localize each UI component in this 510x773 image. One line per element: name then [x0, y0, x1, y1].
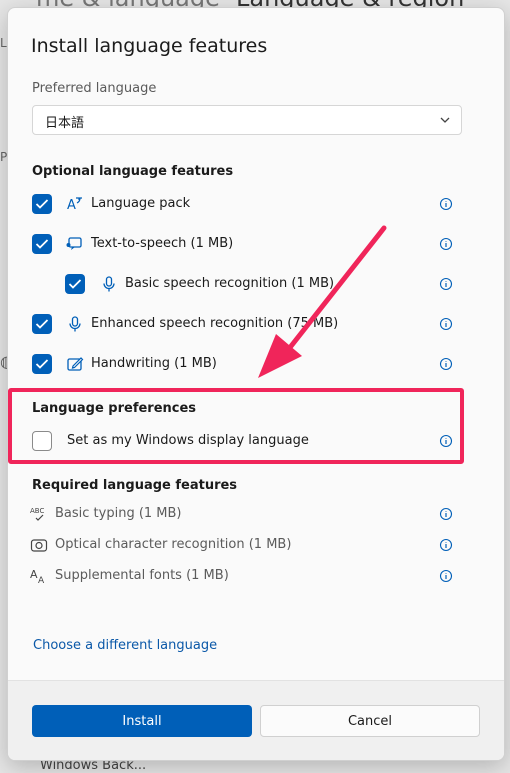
dialog-footer: Install Cancel: [8, 680, 504, 760]
dialog-title: Install language features: [31, 35, 268, 57]
basic-speech-recognition-checkbox[interactable]: [65, 274, 85, 294]
info-icon[interactable]: [439, 357, 453, 371]
language-pack-icon: A: [67, 197, 82, 213]
info-icon[interactable]: [439, 197, 453, 211]
text-to-speech-icon: [66, 237, 82, 250]
basic-typing-icon: ABC: [30, 507, 44, 521]
preferred-language-label: Preferred language: [32, 81, 157, 96]
preferred-language-dropdown[interactable]: 日本語: [32, 105, 462, 135]
info-icon[interactable]: [439, 317, 453, 331]
svg-text:A: A: [30, 568, 38, 581]
svg-text:ABC: ABC: [30, 507, 44, 515]
enhanced-speech-recognition-checkbox[interactable]: [32, 314, 52, 334]
language-pack-label: Language pack: [91, 196, 191, 211]
feature-handwriting: Handwriting (1 MB): [8, 352, 504, 376]
cancel-button[interactable]: Cancel: [260, 705, 480, 737]
required-features-heading: Required language features: [32, 478, 238, 493]
supplemental-fonts-label: Supplemental fonts (1 MB): [55, 568, 229, 583]
optional-features-heading: Optional language features: [32, 164, 234, 179]
handwriting-icon: [67, 357, 84, 371]
choose-different-language-link[interactable]: Choose a different language: [33, 638, 217, 653]
enhanced-speech-recognition-label: Enhanced speech recognition (75 MB): [91, 316, 339, 331]
feature-language-pack: A Language pack: [8, 192, 504, 216]
required-feature-supplemental-fonts: A A Supplemental fonts (1 MB): [8, 564, 504, 588]
ocr-icon: [30, 539, 48, 552]
info-icon[interactable]: [439, 237, 453, 251]
feature-text-to-speech: Text-to-speech (1 MB): [8, 232, 504, 256]
info-icon[interactable]: [439, 277, 453, 291]
feature-enhanced-speech-recognition: Enhanced speech recognition (75 MB): [8, 312, 504, 336]
handwriting-label: Handwriting (1 MB): [91, 356, 217, 371]
info-icon[interactable]: [439, 569, 453, 583]
required-feature-basic-typing: ABC Basic typing (1 MB): [8, 502, 504, 526]
install-button[interactable]: Install: [32, 705, 252, 737]
ocr-label: Optical character recognition (1 MB): [55, 537, 292, 552]
required-feature-ocr: Optical character recognition (1 MB): [8, 533, 504, 557]
svg-text:A: A: [67, 198, 76, 213]
basic-typing-label: Basic typing (1 MB): [55, 506, 182, 521]
text-to-speech-label: Text-to-speech (1 MB): [91, 236, 234, 251]
feature-basic-speech-recognition: Basic speech recognition (1 MB): [8, 272, 504, 296]
handwriting-checkbox[interactable]: [32, 354, 52, 374]
fonts-icon: A A: [30, 568, 45, 585]
preferred-language-value: 日本語: [45, 116, 85, 131]
microphone-icon: [69, 316, 81, 332]
language-pack-checkbox[interactable]: [32, 194, 52, 214]
basic-speech-recognition-label: Basic speech recognition (1 MB): [125, 276, 335, 291]
info-icon[interactable]: [439, 538, 453, 552]
highlight-box: [8, 388, 464, 464]
chevron-down-icon: [440, 117, 450, 123]
svg-text:A: A: [38, 576, 45, 585]
text-to-speech-checkbox[interactable]: [32, 234, 52, 254]
microphone-icon: [103, 276, 115, 292]
install-language-features-dialog: Install language features Preferred lang…: [7, 7, 505, 761]
info-icon[interactable]: [439, 507, 453, 521]
